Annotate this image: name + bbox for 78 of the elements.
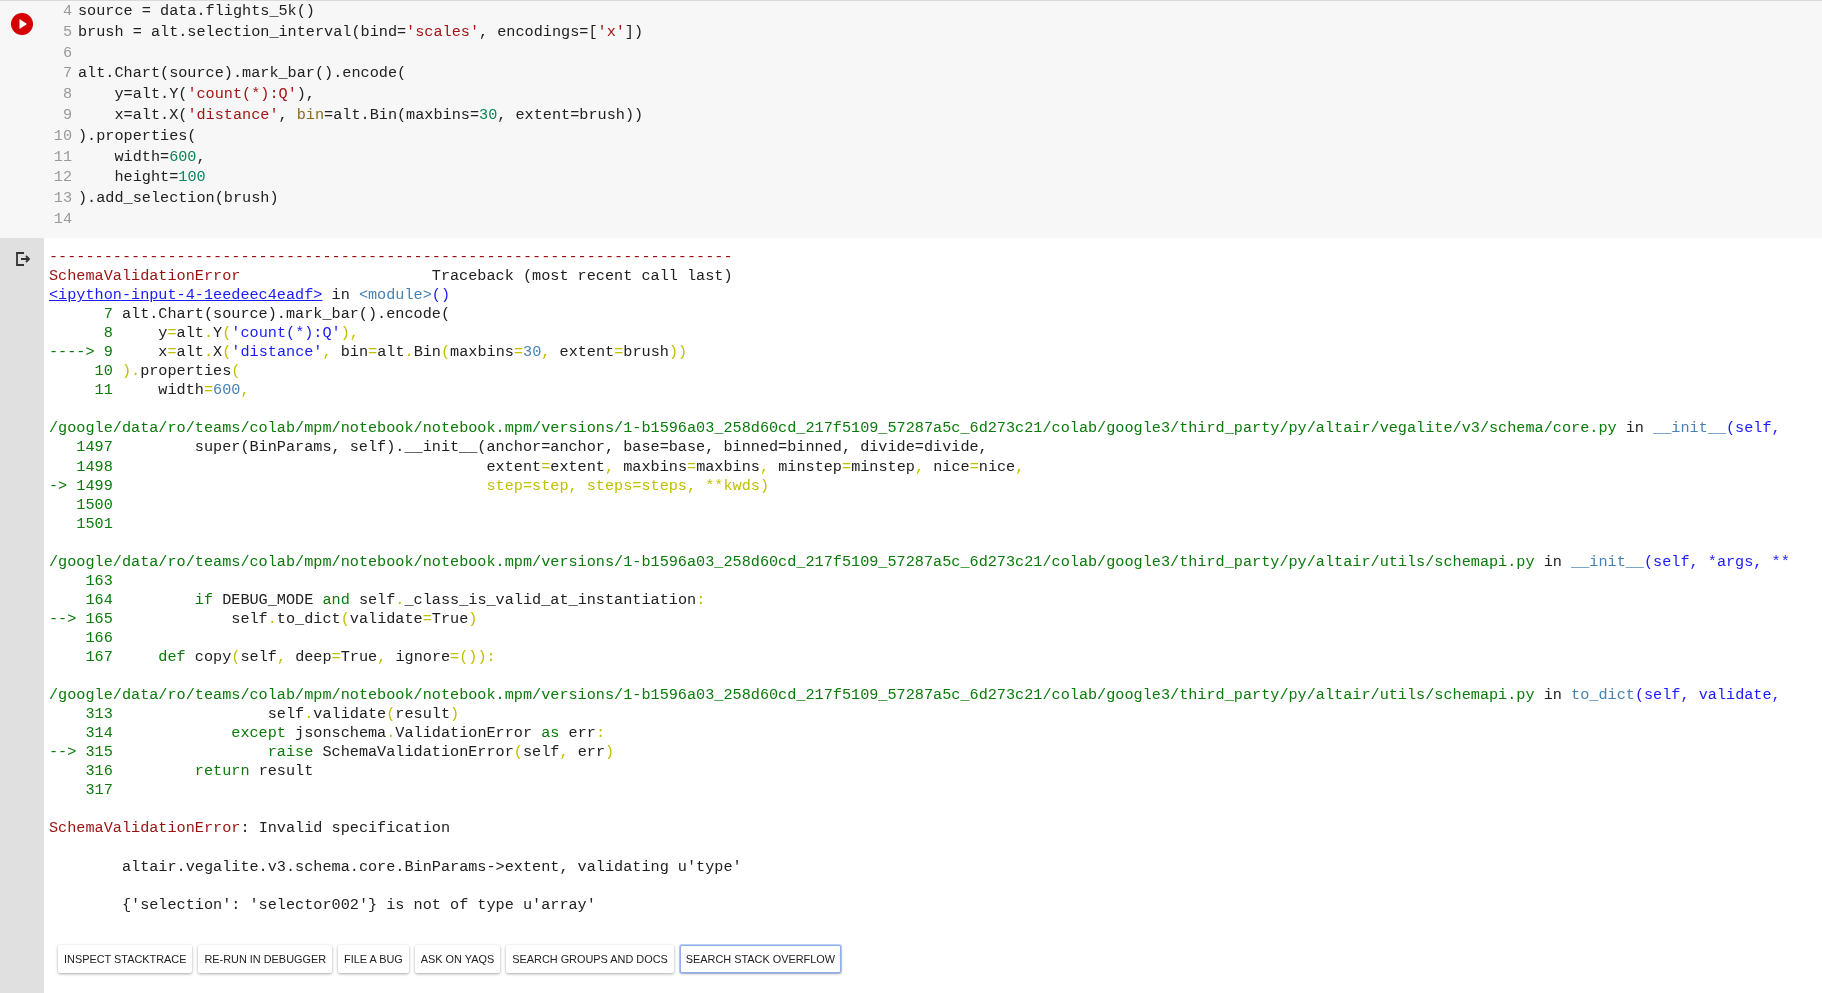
line-number: 10	[52, 125, 72, 147]
line-number: 1501	[76, 514, 113, 534]
line-number: 14	[52, 208, 72, 230]
line-number: 317	[85, 781, 113, 801]
action-button[interactable]: SEARCH GROUPS AND DOCS	[506, 944, 674, 973]
line-number: 7	[103, 305, 113, 325]
action-button[interactable]: INSPECT STACKTRACE	[58, 944, 193, 973]
separator-line: ---------------------------------------------------------------------------	[49, 248, 734, 268]
line-number: 4	[61, 1, 72, 22]
action-button[interactable]: ASK ON YAQS	[414, 944, 501, 973]
line-number: 9	[103, 343, 113, 363]
code-line: except jsonschema.ValidationError as err:	[230, 724, 605, 744]
code-line: return result	[193, 762, 314, 782]
error-message: SchemaValidationError: Invalid specification	[49, 819, 451, 839]
line-number: 163	[85, 571, 113, 591]
exit-arrow-icon[interactable]	[14, 250, 32, 268]
line-number: 313	[85, 705, 113, 725]
line-number: 1499	[76, 476, 113, 496]
line-number: 9	[61, 105, 72, 126]
run-button[interactable]	[10, 12, 34, 36]
code-line: width=600,	[157, 381, 250, 401]
code-line: self.to_dict(validate=True)	[230, 609, 478, 629]
code-line: self.validate(result)	[266, 705, 460, 725]
line-number: 165	[85, 609, 113, 629]
code-line: super(BinParams, self).__init__(anchor=anchor, base=base, binned=binned, divide=divide,	[193, 438, 988, 458]
line-number: 166	[85, 628, 113, 648]
code-line: step=step, steps=steps, **kwds)	[485, 476, 769, 496]
line-number: 8	[103, 324, 113, 344]
frame-location: /google/data/ro/teams/colab/mpm/notebook/notebook.mpm/versions/1-b1596a03_258d60cd_217f5109_57287a5c_6d273c21/colab/google3/third_party/py/altair/utils/schemapi.py in to_dict(self, validate,	[49, 686, 1781, 706]
code-line: raise SchemaValidationError(self, err)	[266, 743, 615, 763]
line-number: 10	[94, 362, 113, 382]
line-number: 164	[85, 590, 113, 610]
action-button[interactable]: RE-RUN IN DEBUGGER	[198, 944, 333, 973]
line-number: 11	[52, 146, 72, 168]
arrow-marker: ->	[49, 476, 68, 496]
line-number: 7	[61, 63, 72, 85]
code-line: height=100	[113, 167, 206, 189]
code-line: source = data.flights_5k()	[78, 1, 315, 22]
line-number: 316	[85, 762, 113, 782]
line-number: 12	[52, 167, 72, 189]
code-line: alt.Chart(source).mark_bar().encode(	[78, 63, 407, 85]
code-line: ).properties(	[78, 125, 197, 147]
error-name: SchemaValidationError	[49, 267, 241, 287]
code-line: brush = alt.selection_interval(bind='scales', encodings=['x'])	[78, 21, 644, 43]
code-line: y=alt.Y('count(*):Q'),	[113, 84, 315, 105]
line-number: 314	[85, 724, 113, 744]
arrow-marker: -->	[49, 743, 77, 763]
arrow-marker: -->	[49, 609, 77, 629]
error-detail: {'selection': 'selector002'} is not of type u'array'	[120, 895, 596, 915]
code-line: width=600,	[113, 146, 206, 168]
code-line: x=alt.X('distance', bin=alt.Bin(maxbins=30, extent=brush))	[157, 343, 688, 363]
traceback-label: Traceback (most recent call last)	[431, 267, 733, 287]
traceback-link[interactable]: <ipython-input-4-1eedeec4eadf>	[49, 286, 323, 305]
action-button[interactable]: FILE A BUG	[338, 944, 409, 973]
line-number: 1500	[76, 495, 113, 515]
arrow-marker: ---->	[49, 343, 95, 363]
line-number: 6	[61, 42, 72, 64]
action-button[interactable]: SEARCH STACK OVERFLOW	[679, 944, 842, 973]
line-number: 167	[85, 648, 113, 668]
line-number: 1497	[76, 438, 113, 458]
line-number: 315	[85, 743, 113, 763]
line-number: 5	[61, 21, 72, 43]
line-number: 13	[52, 188, 72, 209]
line-number: 1498	[76, 457, 113, 477]
line-number: 8	[61, 84, 72, 105]
code-line: def copy(self, deep=True, ignore=()):	[157, 648, 496, 668]
code-line: x=alt.X('distance', bin=alt.Bin(maxbins=30, extent=brush))	[113, 105, 644, 126]
frame-location: /google/data/ro/teams/colab/mpm/notebook/notebook.mpm/versions/1-b1596a03_258d60cd_217f5109_57287a5c_6d273c21/colab/google3/third_party/py/altair/utils/schemapi.py in __init__(self, *args, **	[49, 552, 1790, 572]
frame-location: /google/data/ro/teams/colab/mpm/notebook/notebook.mpm/versions/1-b1596a03_258d60cd_217f5109_57287a5c_6d273c21/colab/google3/third_party/py/altair/vegalite/v3/schema/core.py in __init__(self,	[49, 419, 1781, 439]
code-line: y=alt.Y('count(*):Q'),	[157, 324, 359, 344]
line-number: 11	[94, 381, 113, 401]
code-line: alt.Chart(source).mark_bar().encode(	[121, 305, 450, 325]
error-detail: altair.vegalite.v3.schema.core.BinParams->extent, validating u'type'	[120, 857, 742, 877]
code-line: ).properties(	[121, 362, 241, 382]
frame-location: <ipython-input-4-1eedeec4eadf> in <module>()	[49, 286, 451, 306]
code-line: extent=extent, maxbins=maxbins, minstep=minstep, nice=nice,	[485, 457, 1025, 477]
code-line: ).add_selection(brush)	[78, 188, 279, 209]
code-line: if DEBUG_MODE and self._class_is_valid_at_instantiation:	[193, 590, 706, 610]
